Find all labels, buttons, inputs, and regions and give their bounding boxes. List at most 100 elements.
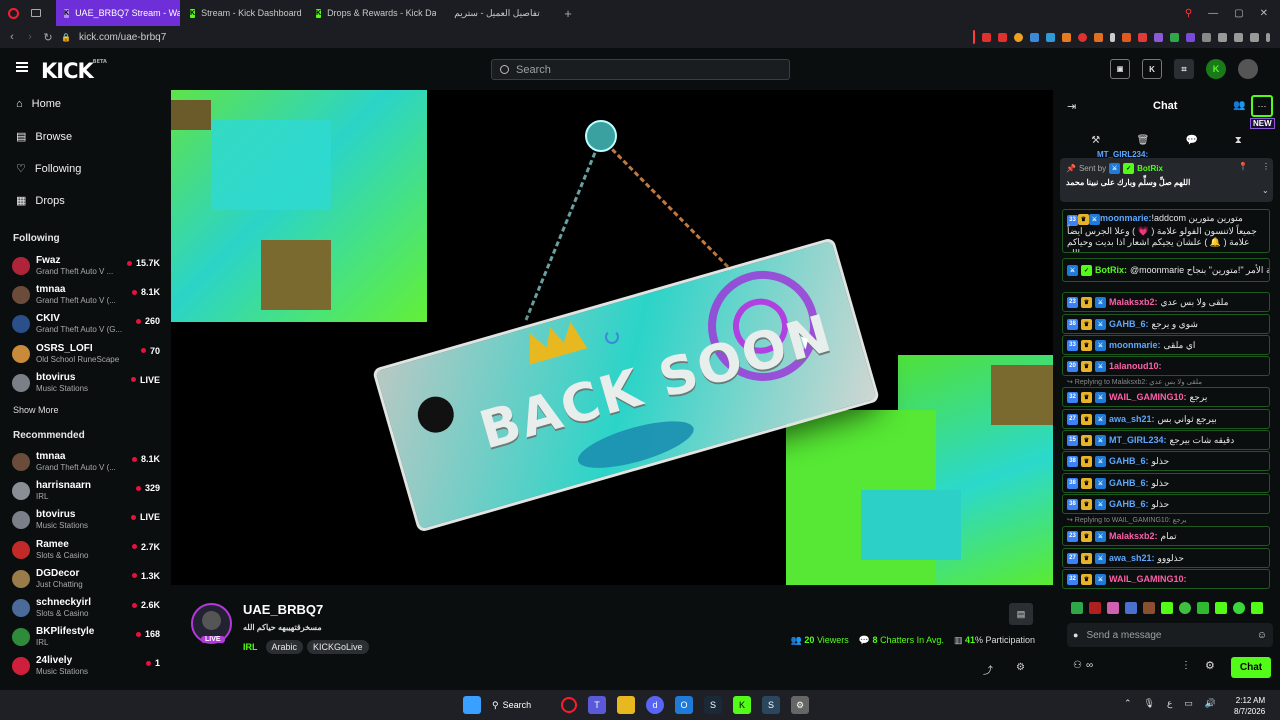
- chat-username[interactable]: WAIL_GAMING10:: [1109, 392, 1187, 402]
- download-icon[interactable]: [1234, 32, 1243, 42]
- recommended-channel-7[interactable]: 24lively Music Stations 1: [12, 654, 160, 682]
- extension-icon[interactable]: [1062, 32, 1071, 42]
- taskbar-search[interactable]: ⚲ Search: [492, 700, 550, 711]
- pinned-message[interactable]: 📌 Sent by ⚔ ✓ BotRix 📍 ⋮ اللهم صلِّ وسلِ…: [1060, 158, 1273, 202]
- chat-username[interactable]: Malaksxb2:: [1109, 297, 1158, 307]
- search-input[interactable]: Search: [491, 59, 790, 80]
- recommended-channel-0[interactable]: tmnaa Grand Theft Auto V (... 8.1K: [12, 450, 160, 478]
- tab-manager-icon[interactable]: [31, 9, 41, 17]
- channel-points[interactable]: ⚇ ∞: [1073, 660, 1093, 671]
- message-input[interactable]: ● Send a message ☺: [1067, 623, 1273, 647]
- maximize-icon[interactable]: ▢: [1234, 8, 1243, 19]
- chat-message[interactable]: 33 ♛ ⚔ moonmarie: اي ملقى: [1062, 335, 1270, 355]
- puzzle-icon[interactable]: [1202, 32, 1211, 42]
- show-more-button[interactable]: Show More: [13, 405, 59, 415]
- extension-icon[interactable]: [1154, 32, 1163, 42]
- chevron-up-icon[interactable]: ⌃: [1124, 698, 1132, 709]
- extension-icon[interactable]: [1122, 32, 1131, 42]
- chat-message[interactable]: 38 ♛ ⚔ GAHB_6: شوي و يرجع: [1062, 314, 1270, 334]
- chat-username[interactable]: BotRix:: [1095, 265, 1127, 275]
- chat-username[interactable]: moonmarie:: [1100, 213, 1152, 223]
- tab-stream-watch[interactable]: K UAE_BRBQ7 Stream - Watc ×: [56, 0, 180, 26]
- emote-icon[interactable]: [1071, 602, 1083, 614]
- emote-icon[interactable]: [1107, 602, 1119, 614]
- chat-options-button[interactable]: ···: [1251, 95, 1273, 117]
- chat-message[interactable]: 38 ♛ ⚔ GAHB_6: حذلو: [1062, 494, 1270, 514]
- new-tab-button[interactable]: +: [558, 6, 578, 21]
- drops-header-icon[interactable]: ⌗: [1174, 59, 1194, 79]
- emote-icon[interactable]: [1143, 602, 1155, 614]
- emote-icon[interactable]: [1125, 602, 1137, 614]
- emote-icon[interactable]: [1251, 602, 1263, 614]
- chat-username[interactable]: moonmarie:: [1109, 340, 1161, 350]
- discord-icon[interactable]: d: [646, 696, 664, 714]
- video-player[interactable]: BACK SOON: [171, 90, 1053, 585]
- emote-icon[interactable]: [1215, 602, 1227, 614]
- recommended-channel-3[interactable]: Ramee Slots & Casino 2.7K: [12, 538, 160, 566]
- tag-kickgolive[interactable]: KICKGoLive: [307, 640, 369, 654]
- kick-logo[interactable]: KICKBETA: [41, 59, 107, 83]
- url-field[interactable]: kick.com/uae-brbq7: [79, 32, 166, 43]
- recommended-channel-1[interactable]: harrisnaarn IRL 329: [12, 479, 160, 507]
- chat-username[interactable]: WAIL_GAMING10:: [1109, 574, 1187, 584]
- camera-icon[interactable]: [1250, 32, 1259, 42]
- channel-name[interactable]: UAE_BRBQ7: [243, 602, 323, 617]
- emote-icon[interactable]: [1197, 602, 1209, 614]
- network-icon[interactable]: ▭: [1184, 698, 1193, 709]
- hammer-icon[interactable]: ⚒: [1091, 135, 1100, 146]
- recommended-channel-2[interactable]: btovirus Music Stations LIVE: [12, 508, 160, 536]
- chat-username[interactable]: Malaksxb2:: [1109, 531, 1158, 541]
- extension-icon[interactable]: [1138, 32, 1147, 42]
- extension-icon[interactable]: [1094, 32, 1103, 42]
- chat-username[interactable]: awa_sh21:: [1109, 414, 1155, 424]
- extension-icon[interactable]: [1078, 32, 1087, 42]
- following-channel-4[interactable]: btovirus Music Stations LIVE: [12, 371, 160, 399]
- chat-username[interactable]: MT_GIRL234:: [1109, 435, 1167, 445]
- reload-icon[interactable]: ↻: [39, 31, 57, 44]
- reply-icon[interactable]: ●: [1073, 630, 1078, 640]
- tab-customer-details[interactable]: تفاصيل العميل - ستريم: [436, 0, 558, 26]
- outlook-icon[interactable]: O: [675, 696, 693, 714]
- chat-username[interactable]: GAHB_6:: [1109, 319, 1149, 329]
- trash-icon[interactable]: 🗑: [1137, 135, 1150, 146]
- opera-logo-icon[interactable]: [8, 7, 19, 19]
- sidebar-item-following[interactable]: ♡ Following: [16, 162, 81, 176]
- chat-message[interactable]: 27 ♛ ⚔ awa_sh21: حذلووو: [1062, 548, 1270, 568]
- extension-icon[interactable]: [982, 32, 991, 42]
- chevron-left-icon[interactable]: [1110, 32, 1115, 42]
- chatters-list-icon[interactable]: 👥: [1233, 100, 1245, 111]
- following-channel-0[interactable]: Fwaz Grand Theft Auto V ... 15.7K: [12, 254, 160, 282]
- clock[interactable]: 2:12 AM 8/7/2026: [1234, 695, 1265, 717]
- following-channel-2[interactable]: CKIV Grand Theft Auto V (G... 260: [12, 312, 160, 340]
- send-chat-button[interactable]: Chat: [1231, 657, 1271, 678]
- kick-app-icon[interactable]: K: [733, 696, 751, 714]
- chevron-down-icon[interactable]: ⌄: [1262, 186, 1269, 195]
- chat-message[interactable]: ⚔✓BotRix:@moonmarie تمت إضافة الأمر "!مت…: [1062, 258, 1270, 282]
- following-channel-3[interactable]: OSRS_LOFI Old School RuneScape 70: [12, 342, 160, 370]
- extension-icon[interactable]: [998, 32, 1007, 42]
- hourglass-icon[interactable]: ⧗: [1235, 135, 1242, 146]
- chat-message[interactable]: 38 ♛ ⚔ GAHB_6: حذلو: [1062, 473, 1270, 493]
- steam-icon[interactable]: S: [762, 696, 780, 714]
- windows-start-icon[interactable]: [463, 696, 481, 714]
- share-icon[interactable]: ⤴: [983, 662, 993, 677]
- user-settings-icon[interactable]: ⚙: [1016, 662, 1025, 673]
- chat-username[interactable]: awa_sh21:: [1109, 553, 1155, 563]
- emote-icon[interactable]: [1161, 602, 1173, 614]
- microphone-icon[interactable]: 🎙: [1144, 698, 1155, 709]
- kick-creator-icon[interactable]: K: [1142, 59, 1162, 79]
- chat-message[interactable]: 33 ♛ ⚔ moonmarie:!addcom متورين متورين جميع…: [1062, 209, 1270, 253]
- recommended-channel-5[interactable]: schneckyirl Slots & Casino 2.6K: [12, 596, 160, 624]
- chat-message[interactable]: 38 ♛ ⚔ GAHB_6: حذلو: [1062, 451, 1270, 471]
- recommended-channel-4[interactable]: DGDecor Just Chatting 1.3K: [12, 567, 160, 595]
- file-explorer-icon[interactable]: [617, 696, 635, 714]
- opera-taskbar-icon[interactable]: [561, 697, 577, 713]
- emote-icon[interactable]: [1179, 602, 1191, 614]
- collapse-chat-icon[interactable]: ⇥: [1067, 100, 1076, 113]
- chat-settings-icon[interactable]: ⚙: [1205, 659, 1215, 672]
- emote-icon[interactable]: [1233, 602, 1245, 614]
- tab-drops-rewards[interactable]: K Drops & Rewards - Kick Da: [308, 0, 436, 26]
- chat-message[interactable]: 27 ♛ ⚔ awa_sh21: بيرجع ثواني بس: [1062, 409, 1270, 429]
- chat-mode-icon[interactable]: 💬: [1186, 135, 1198, 146]
- tab-kick-dashboard[interactable]: K Stream - Kick Dashboard: [180, 0, 308, 26]
